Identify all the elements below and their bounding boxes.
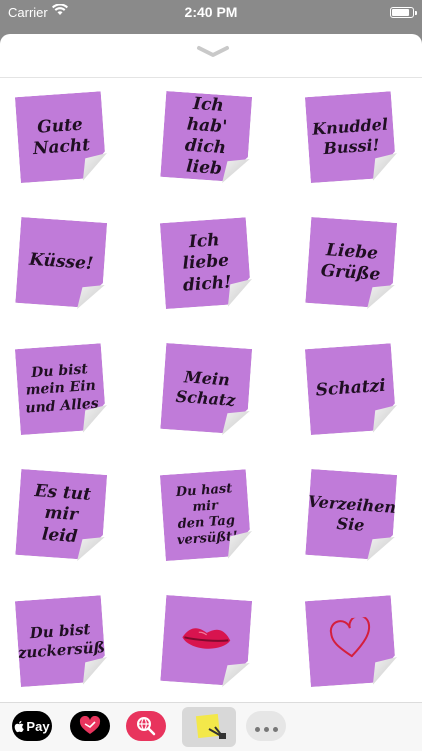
status-bar: Carrier 2:40 PM [0, 0, 422, 28]
sticker-item[interactable]: Ich liebe dich! [160, 217, 256, 315]
sticky-note: Ich liebe dich! [160, 217, 252, 309]
sticky-note: Schatzi [305, 343, 397, 435]
app-drawer: Pay [0, 702, 422, 751]
sticky-note: Ich hab' dich lieb [160, 91, 252, 183]
sticky-note: Knuddel Bussi! [305, 91, 397, 183]
sticky-note: Es tut mir leid [15, 469, 107, 561]
sticker-item[interactable]: Es tut mir leid [15, 469, 111, 567]
sticker-text: Knuddel Bussi! [311, 114, 389, 159]
apple-pay-icon[interactable]: Pay [12, 711, 52, 741]
sticker-item[interactable]: Liebe Grüße [305, 217, 401, 315]
sticky-note: Mein Schatz [160, 343, 252, 435]
sticky-note: Küsse! [15, 217, 107, 309]
sticker-sheet: Gute Nacht Ich hab' dich lieb Knuddel Buss… [0, 34, 422, 750]
apple-pay-label: Pay [26, 718, 50, 734]
sticky-note: Liebe Grüße [305, 217, 397, 309]
sticker-item[interactable]: Du bist zuckersüß [15, 595, 111, 693]
sticky-note [160, 595, 252, 687]
sticky-note: Du bist mein Ein und Alles [15, 343, 107, 435]
sticker-text: Verzeihen Sie [307, 491, 397, 535]
sticky-note [305, 595, 397, 687]
sticky-note: Verzeihen Sie [305, 469, 397, 561]
sticker-text: Gute Nacht [32, 114, 91, 160]
sticker-item[interactable]: Mein Schatz [160, 343, 256, 441]
sticker-item[interactable]: Verzeihen Sie [305, 469, 401, 567]
sticker-text: Liebe Grüße [320, 239, 381, 285]
sticker-item[interactable]: Ich hab' dich lieb [160, 91, 256, 189]
clock: 2:40 PM [184, 4, 238, 20]
sticker-text: Küsse! [28, 250, 94, 275]
sticker-item[interactable]: Gute Nacht [15, 91, 111, 189]
chevron-down-icon[interactable] [196, 44, 230, 60]
sticky-note: Du bist zuckersüß [15, 595, 107, 687]
sticker-text: Schatzi [315, 376, 387, 401]
sticker-item[interactable]: Küsse! [15, 217, 111, 315]
lips-icon [179, 622, 233, 661]
more-icon[interactable] [246, 711, 286, 741]
sticker-item[interactable] [305, 595, 401, 693]
divider [0, 77, 422, 78]
search-globe-icon[interactable] [126, 711, 166, 741]
heart-app-icon[interactable] [70, 711, 110, 741]
sticker-pack-icon[interactable] [182, 707, 236, 747]
battery-icon [390, 7, 417, 18]
sticker-text: Mein Schatz [175, 367, 237, 410]
sticker-item[interactable] [160, 595, 256, 693]
sticker-item[interactable]: Du bist mein Ein und Alles [15, 343, 111, 441]
heart-outline-icon [326, 616, 375, 666]
sticker-item[interactable]: Du hast mir den Tag versüßt! [160, 469, 256, 567]
sticky-note: Du hast mir den Tag versüßt! [160, 469, 252, 561]
sticker-text: Du bist zuckersüß [17, 620, 106, 663]
sticker-item[interactable]: Schatzi [305, 343, 401, 441]
sticker-item[interactable]: Knuddel Bussi! [305, 91, 401, 189]
sticky-note: Gute Nacht [15, 91, 107, 183]
